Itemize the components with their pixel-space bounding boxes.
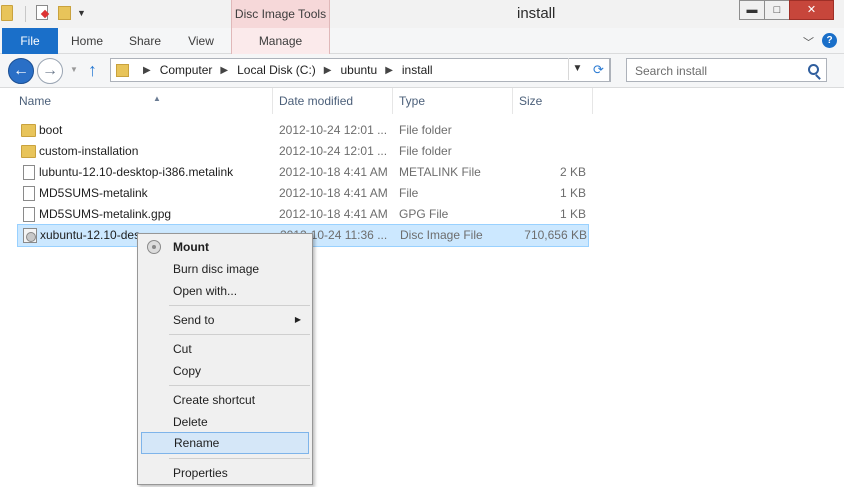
title-bar: ▼ Disc Image Tools install ▬ □ ✕ [0, 0, 844, 28]
breadcrumb-local-disk[interactable]: Local Disk (C:) [237, 63, 316, 77]
file-type: File folder [399, 144, 452, 158]
file-size: 1 KB [559, 207, 586, 221]
tab-share[interactable]: Share [116, 28, 174, 54]
menu-item-copy[interactable]: Copy [141, 360, 309, 382]
menu-item-label: Mount [173, 240, 209, 254]
file-date: 2012-10-18 4:41 AM [279, 165, 388, 179]
breadcrumb-computer[interactable]: Computer [160, 63, 213, 77]
toolbar-divider [25, 6, 26, 22]
file-name: custom-installation [39, 144, 139, 158]
menu-separator [169, 458, 310, 459]
recent-locations-dropdown-icon[interactable]: ▼ [70, 65, 78, 74]
breadcrumb-separator-icon[interactable]: ▶ [220, 65, 228, 76]
window-title: install [517, 5, 556, 22]
folder-icon [21, 145, 36, 158]
file-size: 2 KB [559, 165, 586, 179]
close-button[interactable]: ✕ [789, 0, 834, 20]
breadcrumb-ubuntu[interactable]: ubuntu [340, 63, 377, 77]
minimize-button[interactable]: ▬ [739, 0, 765, 20]
file-type: File [399, 186, 419, 200]
file-date: 2012-10-24 12:01 ... [279, 123, 388, 137]
menu-item-burn-disc-image[interactable]: Burn disc image [141, 258, 309, 280]
new-folder-icon[interactable] [58, 6, 71, 20]
context-menu: Mount Burn disc image Open with... Send … [137, 233, 313, 485]
ribbon-tabs: File Home Share View Manage ﹀ ? [0, 28, 844, 54]
menu-item-create-shortcut[interactable]: Create shortcut [141, 389, 309, 411]
file-icon [23, 165, 35, 180]
file-icon [23, 186, 35, 201]
column-header-name[interactable]: Name ▲ [13, 88, 273, 114]
column-header-date-modified[interactable]: Date modified [273, 88, 393, 114]
file-date: 2012-10-18 4:41 AM [279, 186, 388, 200]
file-name: lubuntu-12.10-desktop-i386.metalink [39, 165, 234, 179]
breadcrumb: ▶ Computer ▶ Local Disk (C:) ▶ ubuntu ▶ … [135, 59, 433, 81]
menu-item-properties[interactable]: Properties [141, 462, 309, 484]
forward-button[interactable]: → [37, 58, 63, 84]
file-size: 710,656 KB [524, 228, 587, 242]
file-type: Disc Image File [400, 228, 483, 242]
search-icon[interactable] [808, 64, 819, 75]
menu-item-label: Send to [173, 313, 215, 327]
file-type: File folder [399, 123, 452, 137]
up-arrow-icon[interactable]: ↑ [88, 60, 97, 81]
address-bar[interactable]: ▶ Computer ▶ Local Disk (C:) ▶ ubuntu ▶ … [110, 58, 611, 82]
tab-file[interactable]: File [2, 28, 58, 54]
column-header-type[interactable]: Type [393, 88, 513, 114]
menu-item-rename[interactable]: Rename [141, 432, 309, 454]
sort-ascending-icon: ▲ [153, 94, 161, 103]
column-headers: Name ▲ Date modified Type Size [0, 88, 844, 114]
file-row-md5sums-metalink-gpg[interactable]: MD5SUMS-metalink.gpg 2012-10-18 4:41 AM … [17, 204, 589, 225]
tab-home[interactable]: Home [58, 28, 116, 54]
breadcrumb-separator-icon[interactable]: ▶ [143, 65, 151, 76]
file-row-boot[interactable]: boot 2012-10-24 12:01 ... File folder [17, 120, 589, 141]
file-row-lubuntu-metalink[interactable]: lubuntu-12.10-desktop-i386.metalink 2012… [17, 162, 589, 183]
menu-item-send-to[interactable]: Send to ▶ [141, 309, 309, 331]
search-placeholder: Search install [635, 64, 708, 78]
file-size: 1 KB [559, 186, 586, 200]
menu-separator [169, 385, 310, 386]
file-row-custom-installation[interactable]: custom-installation 2012-10-24 12:01 ...… [17, 141, 589, 162]
file-type: GPG File [399, 207, 449, 221]
customize-toolbar-dropdown-icon[interactable]: ▼ [77, 8, 86, 18]
menu-item-mount[interactable]: Mount [141, 236, 309, 258]
folder-icon [21, 124, 36, 137]
column-header-label: Name [19, 94, 52, 108]
properties-icon[interactable] [36, 5, 48, 20]
tab-manage[interactable]: Manage [231, 28, 330, 54]
menu-item-open-with[interactable]: Open with... [141, 280, 309, 302]
back-button[interactable]: ← [8, 58, 34, 84]
refresh-button[interactable]: ⟳ [588, 58, 610, 82]
file-date: 2012-10-24 12:01 ... [279, 144, 388, 158]
file-name: MD5SUMS-metalink [39, 186, 148, 200]
disc-icon [147, 240, 161, 254]
menu-separator [169, 305, 310, 306]
tab-view[interactable]: View [174, 28, 228, 54]
address-history-dropdown-icon[interactable]: ▼ [568, 58, 586, 80]
breadcrumb-install[interactable]: install [402, 63, 433, 77]
menu-separator [169, 334, 310, 335]
file-date: 2012-10-18 4:41 AM [279, 207, 388, 221]
file-type: METALINK File [399, 165, 481, 179]
folder-icon[interactable] [1, 5, 13, 21]
chevron-down-icon[interactable]: ﹀ [803, 34, 814, 50]
file-icon [23, 207, 35, 222]
help-icon[interactable]: ? [822, 33, 837, 48]
menu-item-delete[interactable]: Delete [141, 411, 309, 433]
menu-item-cut[interactable]: Cut [141, 338, 309, 360]
column-header-size[interactable]: Size [513, 88, 593, 114]
window-controls: ▬ □ ✕ [739, 0, 834, 20]
file-name: MD5SUMS-metalink.gpg [39, 207, 172, 221]
file-name: boot [39, 123, 63, 137]
breadcrumb-separator-icon[interactable]: ▶ [324, 65, 332, 76]
maximize-button[interactable]: □ [764, 0, 790, 20]
file-list: Name ▲ Date modified Type Size boot 2012… [0, 88, 844, 487]
navigation-bar: ← → ▼ ↑ ▶ Computer ▶ Local Disk (C:) ▶ u… [0, 54, 844, 88]
breadcrumb-separator-icon[interactable]: ▶ [385, 65, 393, 76]
file-row-md5sums-metalink[interactable]: MD5SUMS-metalink 2012-10-18 4:41 AM File… [17, 183, 589, 204]
disc-image-icon [23, 228, 37, 243]
submenu-arrow-icon: ▶ [294, 315, 301, 324]
search-input[interactable]: Search install [626, 58, 827, 82]
folder-icon [116, 64, 129, 77]
context-tab-group-label: Disc Image Tools [231, 0, 330, 28]
